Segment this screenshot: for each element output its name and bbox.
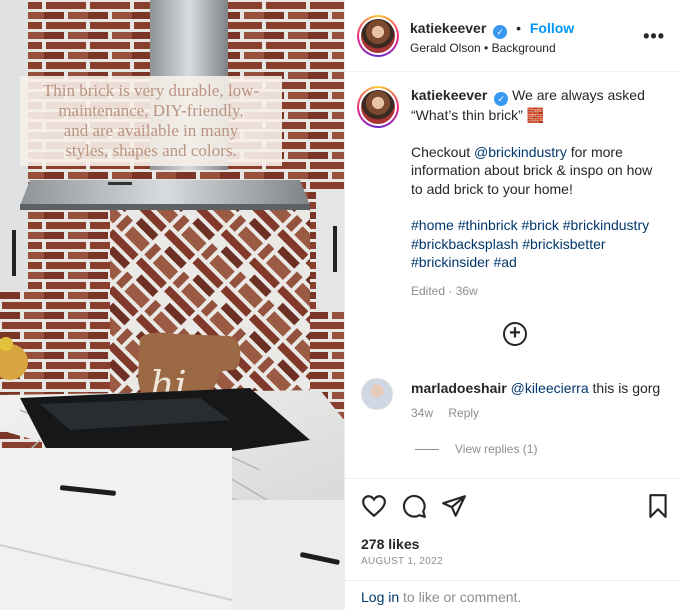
comment-text: this is gorg bbox=[588, 380, 661, 396]
photo-caption-overlay: Thin brick is very durable, low- mainten… bbox=[20, 76, 282, 166]
author-avatar-image bbox=[361, 19, 395, 53]
follow-button[interactable]: Follow bbox=[530, 20, 574, 36]
caption-verified-badge-icon: ✓ bbox=[494, 92, 509, 106]
header-separator: • bbox=[516, 20, 521, 36]
author-avatar[interactable] bbox=[357, 15, 399, 57]
comment-age: 34w bbox=[411, 406, 434, 420]
post-header: katiekeever ✓ • Follow Gerald Olson • Ba… bbox=[345, 0, 680, 72]
likes-count[interactable]: 278 likes bbox=[361, 536, 419, 552]
commenter-username[interactable]: marladoeshair bbox=[411, 380, 507, 396]
comment-body: marladoeshair @kileecierra this is gorg bbox=[411, 380, 671, 396]
caption-first-paragraph: katiekeever ✓ We are always asked “What’… bbox=[411, 86, 661, 125]
comment-bubble-icon[interactable] bbox=[401, 493, 427, 519]
hashtags-links[interactable]: #home #thinbrick #brick #brickindustry #… bbox=[411, 216, 661, 272]
caption-body: katiekeever ✓ We are always asked “What’… bbox=[411, 86, 661, 300]
view-replies-label: View replies (1) bbox=[455, 442, 538, 456]
more-options-icon[interactable]: ••• bbox=[643, 26, 665, 47]
login-prompt: Log in to like or comment. bbox=[345, 580, 680, 610]
post-photo[interactable]: hi Thin brick is very durable, low- main… bbox=[0, 0, 344, 610]
caption-second-paragraph: Checkout @brickindustry for more informa… bbox=[411, 143, 661, 199]
edited-timestamp: Edited · 36w bbox=[411, 283, 478, 298]
verified-badge-icon: ✓ bbox=[493, 25, 508, 39]
post-audio-subline[interactable]: Gerald Olson • Background bbox=[410, 41, 556, 55]
action-bar bbox=[345, 478, 680, 538]
caption-username[interactable]: katiekeever bbox=[411, 87, 487, 103]
comment-meta: 34w Reply bbox=[411, 406, 491, 420]
brickindustry-mention-link[interactable]: @brickindustry bbox=[474, 144, 567, 160]
caption-avatar-image bbox=[361, 90, 395, 124]
view-replies-button[interactable]: View replies (1) bbox=[415, 442, 537, 456]
share-send-icon[interactable] bbox=[441, 493, 467, 519]
caption-author-avatar[interactable] bbox=[357, 86, 399, 128]
reply-button[interactable]: Reply bbox=[448, 406, 479, 420]
post-date: AUGUST 1, 2022 bbox=[361, 556, 443, 567]
login-prompt-text: to like or comment. bbox=[399, 589, 522, 605]
like-heart-icon[interactable] bbox=[361, 493, 387, 519]
brick-emoji-icon: 🧱 bbox=[526, 107, 545, 123]
post-side-panel: katiekeever ✓ • Follow Gerald Olson • Ba… bbox=[344, 0, 680, 610]
commenter-avatar[interactable] bbox=[361, 378, 393, 410]
load-more-comments-icon[interactable]: + bbox=[503, 322, 527, 346]
caption-para2-pre: Checkout bbox=[411, 143, 475, 160]
photo-caption-text: Thin brick is very durable, low- mainten… bbox=[42, 81, 260, 160]
save-bookmark-icon[interactable] bbox=[645, 493, 671, 519]
comment-mention-link[interactable]: @kileecierra bbox=[511, 380, 589, 396]
replies-divider-line bbox=[415, 449, 439, 451]
author-username[interactable]: katiekeever bbox=[410, 20, 486, 36]
login-link[interactable]: Log in bbox=[361, 589, 399, 605]
